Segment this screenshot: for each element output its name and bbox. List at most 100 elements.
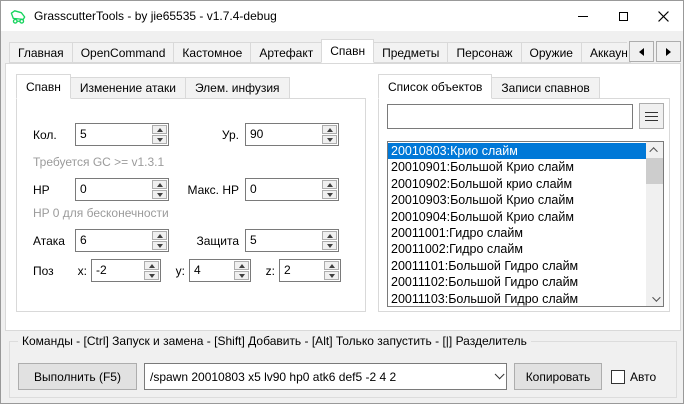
list-item[interactable]: 20010803:Крио слайм	[388, 143, 646, 159]
def-stepper[interactable]: 5	[245, 229, 339, 252]
atk-stepper[interactable]: 6	[75, 229, 169, 252]
stepper-down-button[interactable]	[144, 271, 159, 280]
main-tab[interactable]: Главная	[9, 42, 73, 63]
list-item[interactable]: 20010904:Большой Крио слайм	[388, 209, 646, 225]
scrollbar-thumb[interactable]	[646, 158, 663, 184]
combo-dropdown-button[interactable]	[488, 373, 506, 380]
stepper-up-button[interactable]	[152, 180, 167, 189]
main-tab[interactable]: Артефакт	[250, 42, 322, 63]
list-scrollbar[interactable]	[646, 142, 663, 306]
spawn-sub-tab[interactable]: Изменение атаки	[70, 77, 186, 99]
arrow-up-icon	[329, 264, 335, 268]
stepper-up-button[interactable]	[152, 231, 167, 240]
minimize-button[interactable]	[563, 1, 603, 31]
close-button[interactable]	[643, 1, 683, 31]
main-tab[interactable]: Персонаж	[447, 42, 521, 63]
atk-value: 6	[76, 230, 151, 251]
spawn-tab-page: СпавнИзменение атакиЭлем. инфузия Кол. 5…	[5, 63, 681, 331]
stepper-up-button[interactable]	[152, 125, 167, 134]
main-tab[interactable]: Аккаунт	[581, 42, 631, 63]
arrow-down-icon	[327, 244, 333, 248]
arrow-up-icon	[327, 234, 333, 238]
pos-x-label: x:	[63, 264, 91, 278]
stepper-up-button[interactable]	[322, 231, 337, 240]
list-item[interactable]: 20010901:Большой Крио слайм	[388, 159, 646, 175]
auto-label: Авто	[630, 370, 656, 384]
spawn-sub-tab[interactable]: Спавн	[16, 74, 71, 99]
level-value: 90	[246, 124, 321, 145]
stepper-down-button[interactable]	[324, 271, 339, 280]
maximize-button[interactable]	[603, 1, 643, 31]
def-value: 5	[246, 230, 321, 251]
stepper-up-button[interactable]	[324, 261, 339, 270]
auto-checkbox-group[interactable]: Авто	[611, 363, 656, 390]
main-tab[interactable]: OpenCommand	[72, 42, 175, 63]
stepper-down-button[interactable]	[322, 190, 337, 199]
stepper-down-button[interactable]	[152, 241, 167, 250]
spawn-sub-tab[interactable]: Элем. инфузия	[185, 77, 290, 99]
window-controls	[563, 1, 683, 31]
main-tab[interactable]: Оружие	[521, 42, 582, 63]
position-row: Поз x: -2 y: 4 z: 2	[33, 259, 341, 282]
pos-z-label: z:	[251, 264, 279, 278]
arrow-up-icon	[149, 264, 155, 268]
run-button[interactable]: Выполнить (F5)	[18, 363, 137, 390]
stepper-down-button[interactable]	[322, 135, 337, 144]
list-item[interactable]: 20011001:Гидро слайм	[388, 225, 646, 241]
stepper-down-button[interactable]	[234, 271, 249, 280]
stepper-up-button[interactable]	[322, 125, 337, 134]
arrow-up-icon	[157, 183, 163, 187]
list-item[interactable]: 20011103:Большой Гидро слайм	[388, 291, 646, 307]
list-item[interactable]: 20011002:Гидро слайм	[388, 241, 646, 257]
hp-stepper[interactable]: 0	[75, 178, 169, 201]
command-combobox[interactable]: /spawn 20010803 x5 lv90 hp0 atk6 def5 -2…	[144, 363, 507, 390]
search-input[interactable]	[387, 104, 633, 129]
tab-scroll-prev-button[interactable]	[629, 41, 654, 62]
count-level-row: Кол. 5 Ур. 90	[33, 123, 339, 146]
level-stepper[interactable]: 90	[245, 123, 339, 146]
arrow-down-icon	[329, 274, 335, 278]
chevron-up-icon	[649, 147, 657, 155]
arrow-left-icon	[639, 48, 644, 56]
arrow-up-icon	[157, 234, 163, 238]
count-stepper[interactable]: 5	[75, 123, 169, 146]
gc-version-note: Требуется GC >= v1.3.1	[33, 155, 164, 169]
stepper-down-button[interactable]	[152, 135, 167, 144]
maxhp-stepper[interactable]: 0	[245, 178, 339, 201]
entity-list: 20010803:Крио слайм20010901:Большой Крио…	[388, 143, 646, 307]
pos-x-stepper[interactable]: -2	[91, 259, 161, 282]
scroll-up-button[interactable]	[646, 142, 663, 157]
entity-list-tabs: Список объектовЗаписи спавнов	[378, 74, 600, 99]
list-item[interactable]: 20011102:Большой Гидро слайм	[388, 274, 646, 290]
command-text: /spawn 20010803 x5 lv90 hp0 atk6 def5 -2…	[150, 370, 488, 384]
auto-checkbox[interactable]	[611, 370, 625, 384]
stepper-up-button[interactable]	[234, 261, 249, 270]
search-menu-button[interactable]	[639, 103, 664, 129]
arrow-down-icon	[327, 193, 333, 197]
pos-z-stepper[interactable]: 2	[279, 259, 341, 282]
entity-list-tab[interactable]: Записи спавнов	[491, 77, 599, 99]
stepper-down-button[interactable]	[152, 190, 167, 199]
stepper-down-button[interactable]	[322, 241, 337, 250]
app-window: GrasscutterTools - by jie65535 - v1.7.4-…	[0, 0, 684, 404]
tab-scroll-next-button[interactable]	[656, 41, 681, 62]
pos-label: Поз	[33, 264, 63, 278]
list-item[interactable]: 20010902:Большой крио слайм	[388, 176, 646, 192]
main-tab[interactable]: Кастомное	[173, 42, 251, 63]
arrow-down-icon	[157, 138, 163, 142]
list-item[interactable]: 20010903:Большой Крио слайм	[388, 192, 646, 208]
title-bar[interactable]: GrasscutterTools - by jie65535 - v1.7.4-…	[1, 1, 683, 31]
main-tab[interactable]: Спавн	[321, 39, 374, 63]
entity-list-tab[interactable]: Список объектов	[378, 74, 492, 99]
hp-row: HP 0 Макс. HP 0	[33, 178, 339, 201]
scroll-down-button[interactable]	[646, 291, 663, 306]
stepper-up-button[interactable]	[144, 261, 159, 270]
hp-label: HP	[33, 183, 75, 197]
main-tab[interactable]: Предметы	[373, 42, 448, 63]
list-item[interactable]: 20011101:Большой Гидро слайм	[388, 258, 646, 274]
copy-button[interactable]: Копировать	[514, 363, 602, 390]
stepper-up-button[interactable]	[322, 180, 337, 189]
pos-y-stepper[interactable]: 4	[189, 259, 251, 282]
hamburger-icon	[645, 112, 658, 121]
commands-groupbox: Команды - [Ctrl] Запуск и замена - [Shif…	[9, 341, 677, 398]
